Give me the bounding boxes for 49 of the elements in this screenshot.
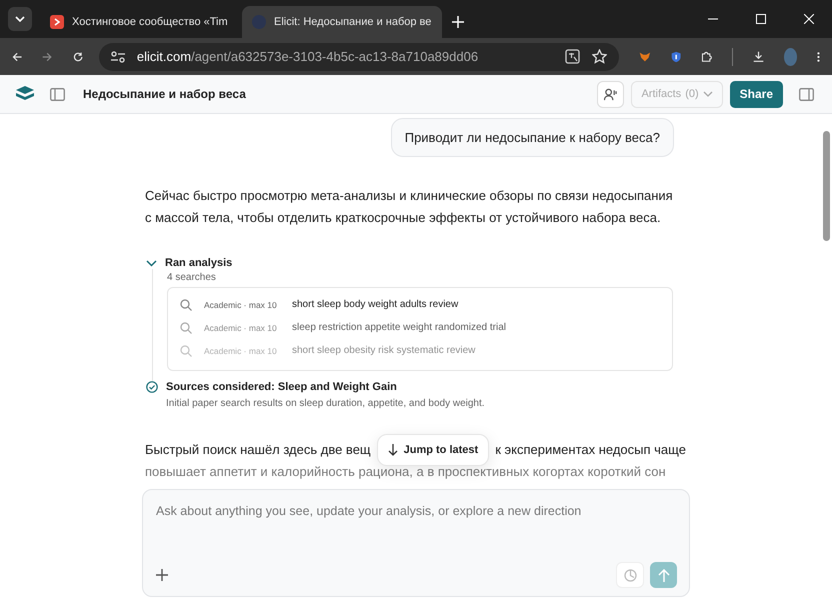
search-source: Academic · max 10 [204,298,278,310]
arrow-up-icon [658,568,670,582]
step-description: Initial paper search results on sleep duration, appetite, and body weight. [166,398,486,409]
search-query: short sleep obesity risk systematic review [292,345,476,356]
chevron-down-icon [15,16,25,22]
search-source: Academic · max 10 [204,344,278,356]
user-message: Приводит ли недосыпание к набору веса? [390,118,674,157]
address-bar[interactable]: elicit.com/agent/a632573e-3103-4b5c-ac13-8a710a89dd06 [98,42,619,70]
plus-icon[interactable] [156,569,168,581]
share-button[interactable]: Share [730,80,783,108]
menu-icon[interactable] [817,50,820,64]
chevron-icon[interactable] [146,260,157,266]
page-title: Недосыпание и набор веса [83,87,246,101]
favicon-icon [50,15,64,29]
step-subtitle: 4 searches [167,272,217,283]
step-title[interactable]: Ran analysis [165,257,232,269]
message-input[interactable]: Ask about anything you see, update your analysis, or explore a new direction [156,504,677,562]
browser-tab[interactable]: Elicit: Недосыпание и набор ве [242,6,442,38]
reload-icon[interactable] [72,50,83,64]
answer-text: к экспериментах недосып чаще [495,441,686,459]
search-icon [180,322,192,334]
sidebar-toggle-icon[interactable] [50,88,65,100]
step-title[interactable]: Sources considered: Sleep and Weight Gain [166,381,397,393]
logo-icon[interactable] [16,86,34,102]
download-icon[interactable] [752,49,764,64]
new-tab-icon[interactable] [452,16,464,28]
star-icon[interactable] [592,49,607,64]
tab-list-button[interactable] [8,7,32,31]
person-voice-icon [604,88,618,100]
translate-icon[interactable] [564,49,580,64]
site-settings-icon[interactable] [110,50,125,62]
search-query: sleep restriction appetite weight randomized trial [292,322,506,333]
jump-to-latest-button[interactable]: Jump to latest [376,434,490,466]
chevron-down-icon [702,91,713,97]
search-icon [180,344,192,356]
voice-button[interactable] [597,80,624,108]
extensions-icon[interactable] [700,49,712,64]
assistant-message: Сейчас быстро просмотрю мета-анализы и клинические обзоры по связи недосыпания с массой тела, чтобы отделить краткосрочные эффекты от устойчивого набора веса. [145,187,674,227]
answer-text: Быстрый поиск нашёл здесь две вещ [145,441,371,459]
search-query: short sleep body weight adults review [292,299,458,310]
clock-icon [624,568,636,582]
search-source: Academic · max 10 [204,322,278,334]
panel-toggle-icon[interactable] [799,88,814,100]
close-icon[interactable] [804,14,814,24]
message-composer[interactable]: Ask about anything you see, update your analysis, or explore a new direction [142,489,690,597]
arrow-down-icon [388,444,398,456]
answer-text: повышает аппетит и калорийность рациона, а в проспективных когортах короткий сон [145,463,666,481]
maximize-icon[interactable] [756,14,766,24]
search-icon [180,298,192,310]
